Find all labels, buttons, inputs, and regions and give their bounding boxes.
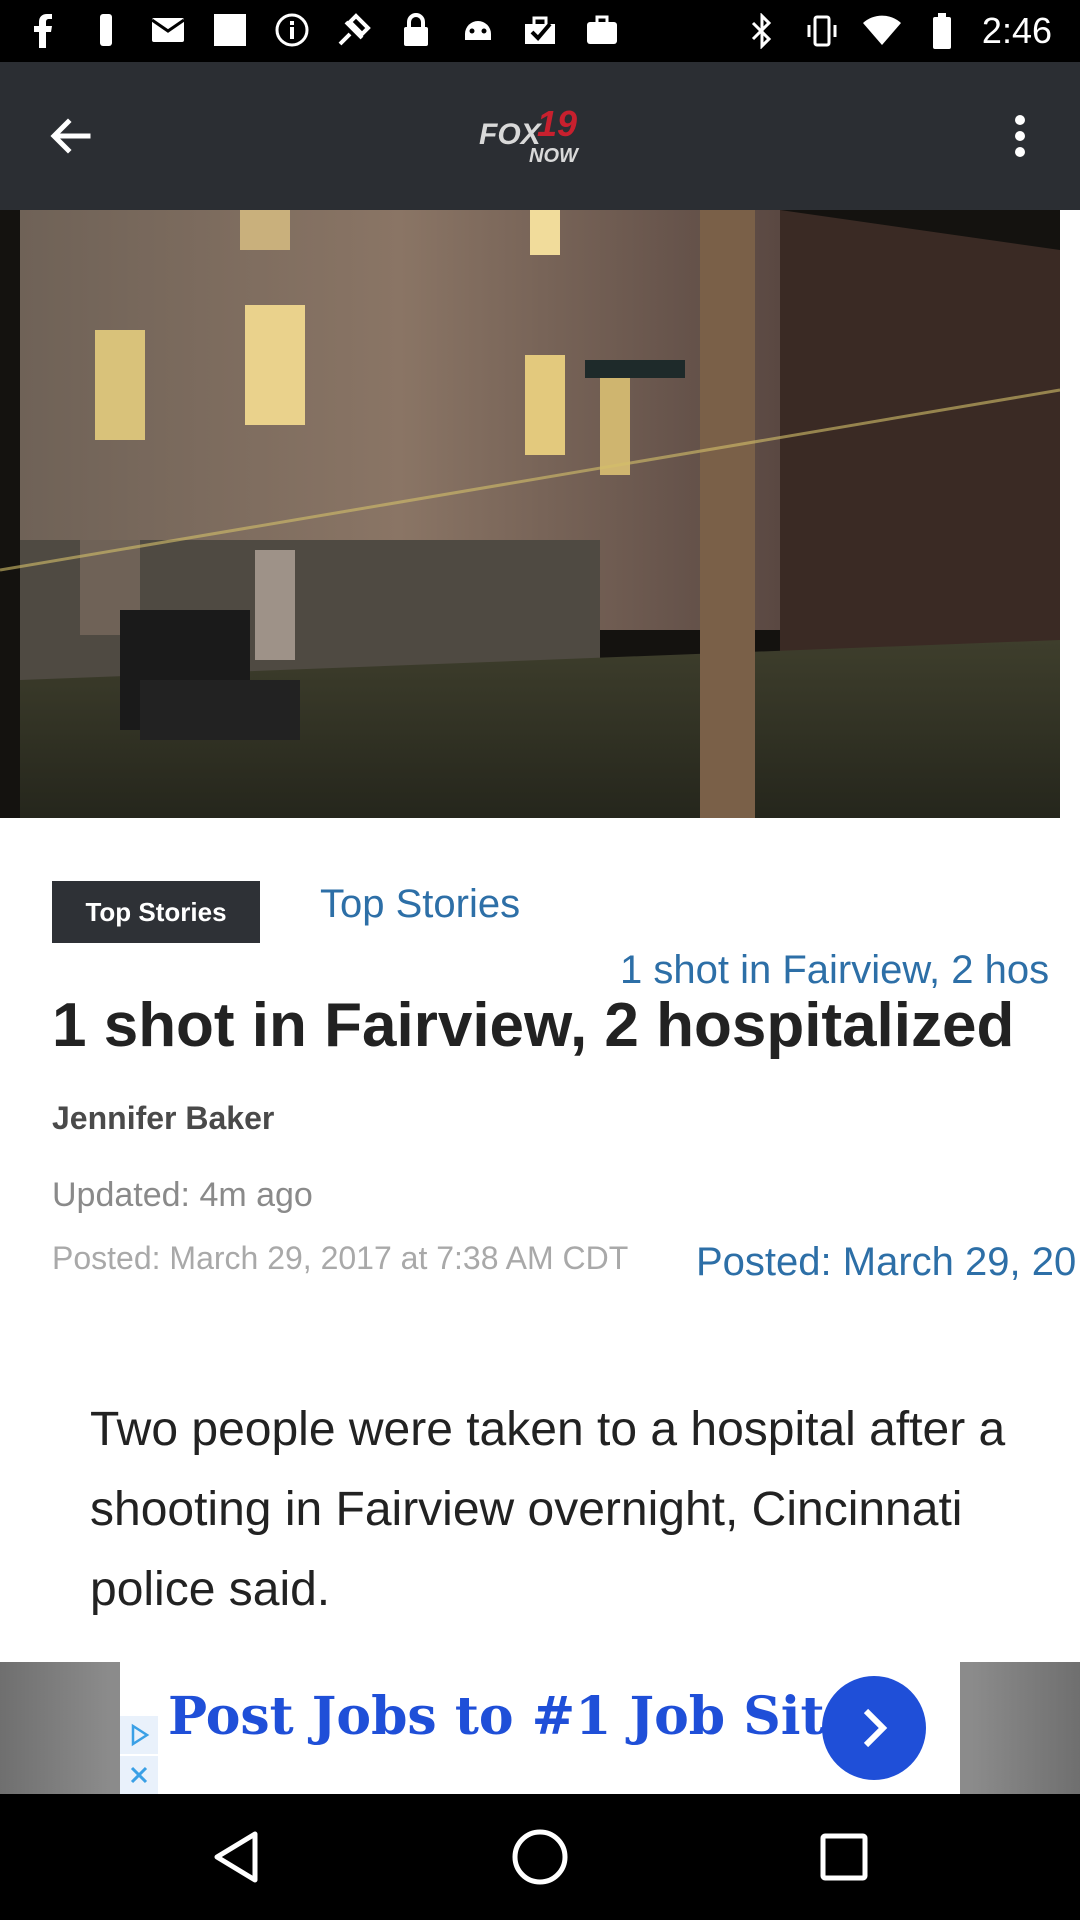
svg-text:NOW: NOW <box>529 145 580 167</box>
blank-icon <box>210 10 250 50</box>
notification-icon <box>86 10 126 50</box>
section-link[interactable]: Top Stories <box>320 882 520 927</box>
ad-choices-icon[interactable] <box>120 1716 158 1754</box>
arrow-left-icon <box>50 118 91 154</box>
category-badge[interactable]: Top Stories <box>52 881 260 943</box>
app-bar: FOX 19 NOW <box>0 62 1080 210</box>
ad-content[interactable]: Post Jobs to #1 Job Site <box>120 1662 960 1794</box>
article-updated-time: Updated: 4m ago <box>52 1176 313 1214</box>
chevron-right-icon <box>863 1708 888 1748</box>
status-time: 2:46 <box>981 10 1052 51</box>
status-system-icons: 2:46 <box>742 8 1052 54</box>
svg-text:19: 19 <box>537 103 577 144</box>
article-author: Jennifer Baker <box>52 1100 275 1136</box>
circle-home-icon <box>512 1829 568 1885</box>
lock-icon <box>396 10 436 50</box>
mail-icon <box>148 10 188 50</box>
article-posted-date: Posted: March 29, 2017 at 7:38 AM CDT <box>52 1240 629 1276</box>
vibrate-icon <box>802 11 842 51</box>
status-bar: 2:46 <box>0 0 1080 62</box>
android-icon <box>458 10 498 50</box>
briefcase-icon <box>582 10 622 50</box>
article-hero-image <box>0 210 1080 818</box>
ad-arrow-button[interactable] <box>822 1676 926 1780</box>
nav-back-button[interactable] <box>206 1827 266 1887</box>
ad-text[interactable]: Post Jobs to #1 Job Site <box>168 1686 858 1747</box>
more-options-button[interactable] <box>990 106 1050 166</box>
article-headline: 1 shot in Fairview, 2 hospitalized <box>52 991 1015 1060</box>
fake-gps-icon <box>334 10 374 50</box>
status-notification-icons <box>24 10 622 50</box>
wifi-icon <box>862 11 902 51</box>
info-icon <box>272 10 312 50</box>
battery-icon <box>922 11 962 51</box>
more-vert-icon <box>1015 115 1025 157</box>
ad-banner[interactable]: Post Jobs to #1 Job Site <box>0 1662 1080 1794</box>
posted-date-link[interactable]: Posted: March 29, 20 <box>696 1240 1076 1285</box>
nav-home-button[interactable] <box>510 1827 570 1887</box>
triangle-back-icon <box>214 1831 258 1883</box>
overflow-title-link[interactable]: 1 shot in Fairview, 2 hos <box>620 948 1049 993</box>
nav-recents-button[interactable] <box>814 1827 874 1887</box>
system-navigation-bar <box>0 1794 1080 1920</box>
ad-close-icon[interactable] <box>120 1756 158 1794</box>
square-recents-icon <box>820 1833 868 1881</box>
clipboard-check-icon <box>520 10 560 50</box>
bluetooth-icon <box>742 11 782 51</box>
fox19-now-logo: FOX 19 NOW <box>475 102 585 168</box>
facebook-icon <box>24 10 64 50</box>
back-button[interactable] <box>40 106 100 166</box>
article-body: Two people were taken to a hospital afte… <box>90 1403 1006 1616</box>
